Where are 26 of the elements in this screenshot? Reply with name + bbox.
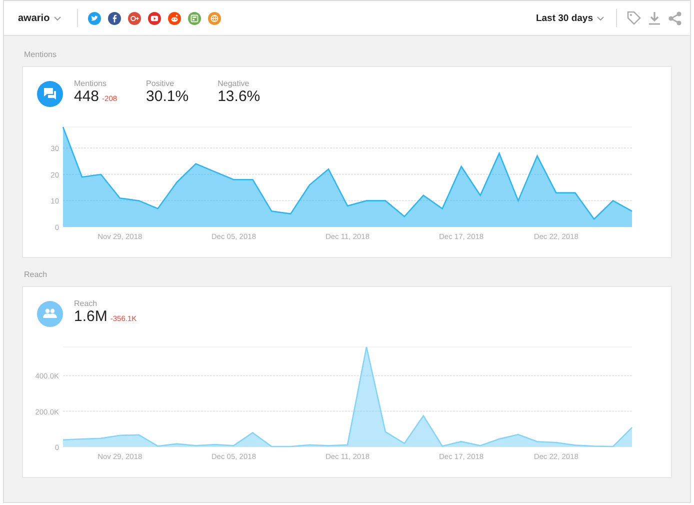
stat-label: Negative bbox=[218, 79, 250, 88]
stat-value: 30.1% bbox=[146, 88, 189, 105]
section-title: Mentions bbox=[24, 50, 56, 59]
chat-icon bbox=[37, 81, 63, 107]
stat-value: 1.6M bbox=[74, 308, 108, 325]
stat-label: Reach bbox=[74, 299, 98, 308]
people-icon bbox=[37, 301, 63, 327]
facebook-icon[interactable] bbox=[108, 12, 121, 24]
news-icon[interactable] bbox=[188, 12, 201, 24]
period-dropdown[interactable]: Last 30 days bbox=[536, 12, 604, 24]
tag-icon[interactable] bbox=[627, 11, 641, 25]
brand-menu[interactable]: awario bbox=[14, 12, 65, 24]
reddit-icon[interactable] bbox=[168, 12, 181, 24]
googleplus-icon[interactable] bbox=[128, 12, 141, 24]
twitter-icon[interactable] bbox=[88, 12, 101, 24]
web-icon[interactable] bbox=[208, 12, 221, 24]
stat-label: Mentions bbox=[74, 79, 108, 88]
section-title: Reach bbox=[24, 270, 48, 279]
youtube-icon[interactable] bbox=[148, 12, 161, 24]
stat-value: 448 bbox=[74, 88, 100, 105]
download-icon[interactable] bbox=[649, 12, 660, 24]
stat-label: Positive bbox=[146, 79, 176, 88]
chevron-icon bbox=[54, 16, 61, 20]
share-icon[interactable] bbox=[668, 10, 682, 26]
chevron-icon bbox=[597, 16, 604, 20]
stat-value: 13.6% bbox=[218, 88, 260, 105]
